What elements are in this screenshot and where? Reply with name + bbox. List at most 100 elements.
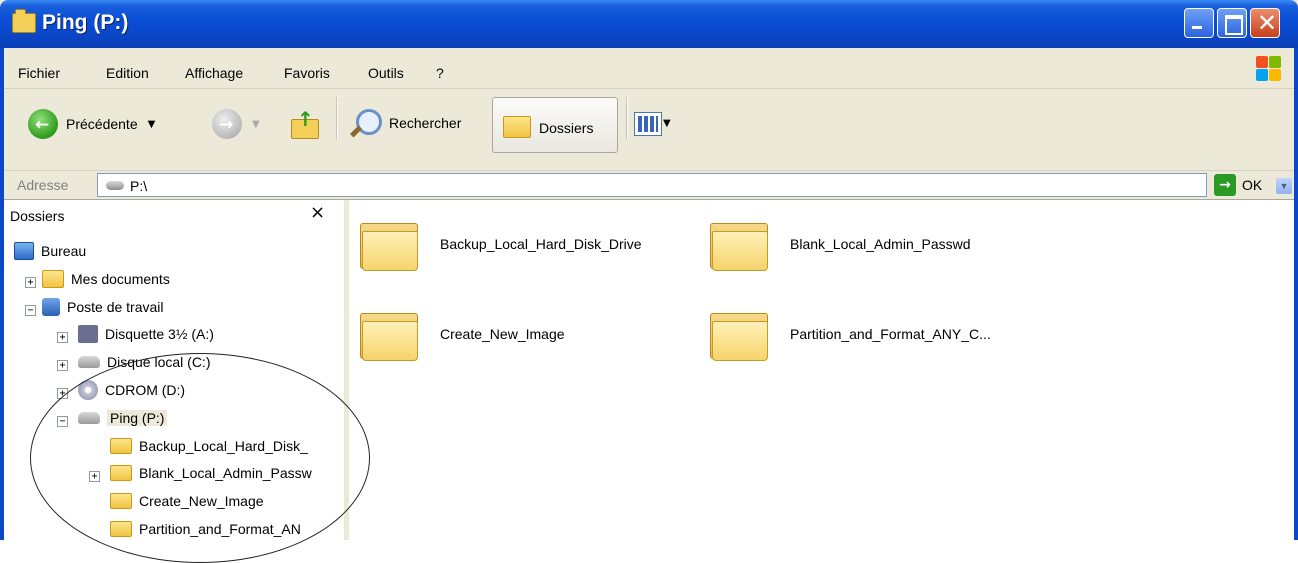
tree-item-label: Disquette 3½ (A:) [105, 326, 214, 342]
tree-item-label: Blank_Local_Admin_Passw [139, 465, 312, 481]
menu-outils[interactable]: Outils [368, 65, 404, 81]
tree-item-cdrom[interactable]: CDROM (D:) [78, 377, 185, 403]
explorer-window: Ping (P:) ✕ Fichier Edition Affichage Fa… [0, 0, 1298, 563]
forward-button[interactable]: → ▼ [212, 109, 260, 139]
menu-affichage[interactable]: Affichage [185, 65, 243, 81]
search-label: Rechercher [389, 115, 462, 131]
folder-icon [110, 465, 132, 481]
close-button[interactable]: ✕ [1250, 8, 1280, 38]
search-button[interactable]: Rechercher [349, 107, 462, 139]
search-icon [349, 107, 382, 139]
maximize-icon [1225, 15, 1243, 35]
toolbar: ← Précédente ▼ → ▼ ↑ Rechercher Dossiers [4, 89, 1294, 171]
folder-contents: Backup_Local_Hard_Disk_Drive Blank_Local… [349, 200, 1294, 540]
folders-icon [503, 116, 531, 138]
network-drive-icon [78, 412, 100, 424]
go-arrow-icon: → [1214, 174, 1236, 196]
folder-tile[interactable]: Backup_Local_Hard_Disk_Drive [360, 219, 642, 271]
tree-item-label: Mes documents [71, 271, 170, 287]
folder-icon [710, 309, 768, 361]
menu-bar: Fichier Edition Affichage Favoris Outils… [4, 48, 1294, 89]
tree-item-label: Ping (P:) [107, 410, 168, 426]
go-button[interactable]: → OK [1214, 174, 1262, 196]
tree-item-mes-documents[interactable]: Mes documents [42, 266, 170, 292]
back-arrow-icon: ← [28, 109, 58, 139]
forward-arrow-icon: → [212, 109, 242, 139]
collapse-icon[interactable]: − [25, 305, 36, 316]
expand-icon[interactable]: + [25, 277, 36, 288]
floppy-drive-icon [78, 325, 98, 343]
back-dropdown-icon[interactable]: ▼ [148, 119, 156, 130]
address-value: P:\ [130, 178, 148, 194]
folder-tile-label: Blank_Local_Admin_Passwd [790, 236, 971, 252]
tree-item-label: Create_New_Image [139, 493, 264, 509]
folders-label: Dossiers [539, 120, 594, 136]
tree-item-poste-de-travail[interactable]: Poste de travail [42, 294, 164, 320]
title-bar[interactable]: Ping (P:) ✕ [0, 0, 1298, 48]
folder-icon [110, 438, 132, 454]
tree-item-backup[interactable]: Backup_Local_Hard_Disk_ [110, 433, 308, 459]
tree-item-disque-local[interactable]: Disque local (C:) [78, 349, 210, 375]
expand-icon[interactable]: + [57, 388, 68, 399]
pane-close-icon[interactable]: × [310, 202, 325, 223]
tree-item-label: Poste de travail [67, 299, 164, 315]
folder-tile-label: Partition_and_Format_ANY_C... [790, 326, 991, 342]
tree-item-disquette[interactable]: Disquette 3½ (A:) [78, 321, 214, 347]
toolbar-separator [626, 97, 628, 139]
tree-item-ping[interactable]: Ping (P:) [78, 405, 168, 431]
tree-item-bureau[interactable]: Bureau [14, 238, 86, 264]
network-drive-icon [106, 181, 124, 190]
back-label: Précédente [66, 116, 138, 132]
up-folder-icon: ↑ [289, 107, 319, 139]
cdrom-drive-icon [78, 380, 98, 400]
address-input[interactable]: P:\ ▼ [97, 173, 1292, 197]
maximize-button[interactable] [1217, 8, 1247, 38]
folder-icon [360, 309, 418, 361]
up-folder-button[interactable]: ↑ [289, 107, 319, 139]
folder-tile-label: Create_New_Image [440, 326, 565, 342]
tree-item-label: Bureau [41, 243, 87, 259]
go-label: OK [1242, 177, 1263, 193]
menu-favoris[interactable]: Favoris [284, 65, 330, 81]
minimize-icon [1192, 26, 1202, 29]
address-label: Adresse [17, 177, 69, 193]
collapse-icon[interactable]: − [57, 416, 68, 427]
expand-icon[interactable]: + [89, 471, 100, 482]
expand-icon[interactable]: + [57, 360, 68, 371]
views-grid-icon [638, 116, 658, 132]
folder-tile[interactable]: Blank_Local_Admin_Passwd [710, 219, 971, 271]
my-documents-icon [42, 270, 64, 288]
hard-drive-icon [78, 356, 100, 368]
my-computer-icon [42, 298, 60, 316]
views-button[interactable] [634, 112, 662, 136]
tree-item-create-image[interactable]: Create_New_Image [110, 488, 264, 514]
menu-help[interactable]: ? [436, 65, 444, 81]
expand-icon[interactable]: + [57, 332, 68, 343]
folder-tile[interactable]: Create_New_Image [360, 309, 565, 361]
folder-tile[interactable]: Partition_and_Format_ANY_C... [710, 309, 991, 361]
tree-item-label: Partition_and_Format_AN [139, 521, 301, 537]
folders-pane-header: Dossiers × [4, 200, 344, 230]
minimize-button[interactable] [1184, 8, 1214, 38]
menu-fichier[interactable]: Fichier [18, 65, 60, 81]
toolbar-separator [336, 97, 338, 139]
tree-item-label: Disque local (C:) [107, 354, 211, 370]
forward-dropdown-icon[interactable]: ▼ [252, 119, 260, 130]
menu-edition[interactable]: Edition [106, 65, 149, 81]
views-dropdown-icon[interactable]: ▼ [663, 118, 671, 129]
address-bar: Adresse P:\ ▼ → OK [4, 171, 1294, 200]
tree-item-blank-admin[interactable]: Blank_Local_Admin_Passw [110, 460, 312, 486]
tree-item-label: CDROM (D:) [105, 382, 186, 398]
tree-item-partition[interactable]: Partition_and_Format_AN [110, 516, 301, 542]
window-border-right [1294, 48, 1298, 540]
desktop-icon [14, 242, 34, 260]
folders-pane-title: Dossiers [10, 208, 65, 224]
folder-tile-label: Backup_Local_Hard_Disk_Drive [440, 236, 642, 252]
folder-icon [110, 521, 132, 537]
window-title: Ping (P:) [42, 11, 129, 34]
close-icon: ✕ [1257, 9, 1278, 37]
folders-button[interactable]: Dossiers [492, 97, 618, 153]
folder-icon [110, 493, 132, 509]
back-button[interactable]: ← Précédente ▼ [28, 109, 155, 139]
address-dropdown-icon[interactable]: ▼ [1276, 178, 1292, 194]
